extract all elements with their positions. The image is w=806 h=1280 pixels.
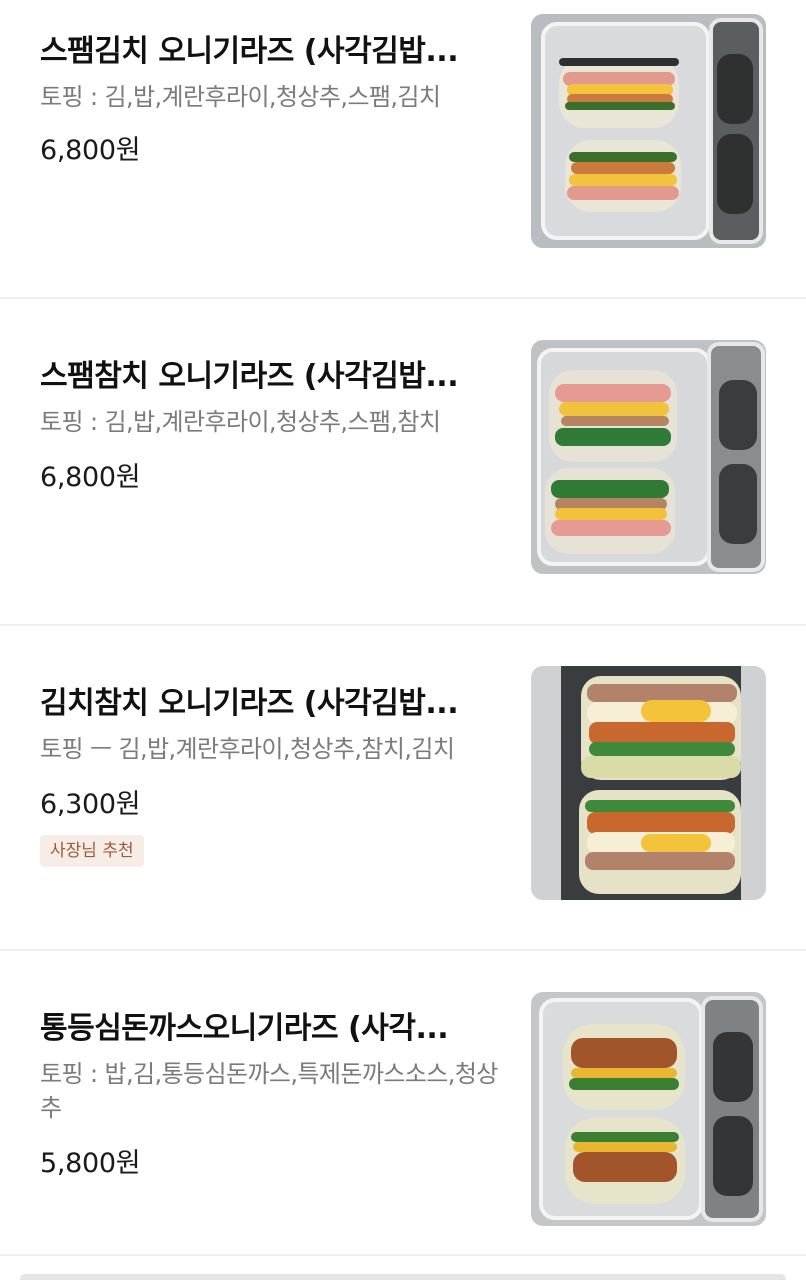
divider [0,1254,806,1256]
menu-item[interactable]: 스팸김치 오니기라즈 (사각김밥... 토핑 : 김,밥,계란후라이,청상추,스… [0,0,806,298]
menu-item-price: 6,800원 [40,462,141,493]
onigirazu-photo [531,340,766,574]
menu-item-price: 6,800원 [40,135,141,166]
menu-item-toppings: 토핑 ㅡ 김,밥,계란후라이,청상추,참치,김치 [40,735,455,763]
menu-item[interactable]: 김치참치 오니기라즈 (사각김밥... 토핑 ㅡ 김,밥,계란후라이,청상추,참… [0,626,806,950]
menu-item-photo[interactable] [531,340,766,574]
menu-item[interactable]: 스팸참치 오니기라즈 (사각김밥... 토핑 : 김,밥,계란후라이,청상추,스… [0,299,806,625]
menu-item-photo[interactable] [531,14,766,248]
menu-item[interactable]: 통등심돈까스오니기라즈 (사각... 토핑 : 밥,김,통등심돈까스,특제돈까스… [0,951,806,1254]
menu-item-name: 스팸김치 오니기라즈 (사각김밥... [40,34,459,69]
recommend-badge: 사장님 추천 [40,835,144,867]
menu-item-toppings: 토핑 : 밥,김,통등심돈까스,특제돈까스소스,청상추 [40,1060,498,1122]
onigirazu-photo [531,14,766,248]
onigirazu-photo [531,992,766,1226]
menu-item-price: 5,800원 [40,1148,141,1179]
menu-item-name: 통등심돈까스오니기라즈 (사각... [40,1011,449,1046]
menu-item-toppings: 토핑 : 김,밥,계란후라이,청상추,스팸,김치 [40,83,441,111]
menu-item-name: 김치참치 오니기라즈 (사각김밥... [40,686,459,721]
menu-item-photo[interactable] [531,992,766,1226]
bottom-bar [20,1274,786,1280]
menu-item-name: 스팸참치 오니기라즈 (사각김밥... [40,359,459,394]
menu-list: 스팸김치 오니기라즈 (사각김밥... 토핑 : 김,밥,계란후라이,청상추,스… [0,0,806,1280]
onigirazu-photo [531,666,766,900]
menu-item-price: 6,300원 [40,789,141,820]
menu-item-toppings: 토핑 : 김,밥,계란후라이,청상추,스팸,참치 [40,408,441,436]
menu-item-photo[interactable] [531,666,766,900]
